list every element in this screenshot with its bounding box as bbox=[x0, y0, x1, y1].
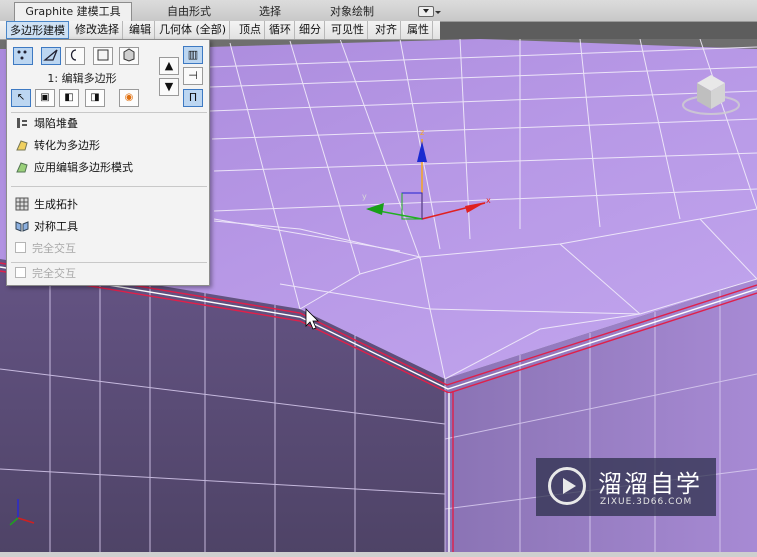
symmetry-tools-label: 对称工具 bbox=[34, 220, 78, 233]
show-result-button[interactable]: ◉ bbox=[119, 89, 139, 107]
polygon-modeling-panel: 1: 编辑多边形 ↖ ▣ ◧ ◨ ◉ ▥ ⊣ Π ▲ ▼ 塌陷堆叠 转化为多边形… bbox=[6, 39, 210, 286]
select-object-button[interactable]: ↖ bbox=[11, 89, 31, 107]
vertex-mode-button[interactable] bbox=[13, 47, 33, 65]
polygon-mode-button[interactable] bbox=[93, 47, 113, 65]
gizmo-y-label: y bbox=[362, 192, 367, 201]
pin-icon: ▥ bbox=[187, 48, 199, 61]
apply-edit-poly-icon bbox=[16, 162, 28, 173]
panel-divider bbox=[11, 262, 207, 263]
panel-visibility[interactable]: 可见性 bbox=[328, 21, 368, 39]
full-interop-item-2[interactable]: 完全交互 bbox=[15, 265, 76, 283]
full-interop-label-1: 完全交互 bbox=[32, 242, 76, 255]
watermark-banner: 溜溜自学 ZIXUE.3D66.COM bbox=[536, 458, 716, 516]
panel-align[interactable]: 对齐 bbox=[372, 21, 401, 39]
ribbon-panel-bar: 多边形建模 修改选择 编辑 几何体 (全部) 顶点 循环 细分 可见性 对齐 属… bbox=[0, 21, 440, 40]
status-bar bbox=[0, 552, 757, 557]
chevron-down-icon bbox=[435, 11, 441, 17]
panel-edit[interactable]: 编辑 bbox=[126, 21, 155, 39]
collapse-stack-icon bbox=[17, 118, 27, 128]
move-down-stack-button[interactable]: ▼ bbox=[159, 78, 179, 96]
generate-topology-item[interactable]: 生成拓扑 bbox=[15, 196, 78, 214]
tab-object-paint[interactable]: 对象绘制 bbox=[312, 3, 392, 21]
arrow-up-icon: ▲ bbox=[164, 59, 174, 72]
element-icon bbox=[123, 48, 135, 62]
tab-graphite-modeling[interactable]: Graphite 建模工具 bbox=[14, 2, 132, 21]
show-end-result-button[interactable]: ⊣ bbox=[183, 67, 203, 85]
show-result-icon: ◉ bbox=[124, 92, 134, 103]
panel-vertices[interactable]: 顶点 bbox=[236, 21, 265, 39]
convert-poly-icon bbox=[16, 140, 28, 151]
border-icon bbox=[70, 49, 77, 61]
convert-to-poly-label: 转化为多边形 bbox=[34, 139, 100, 152]
panel-subdivision[interactable]: 细分 bbox=[296, 21, 325, 39]
make-unique-button[interactable]: Π bbox=[183, 89, 203, 107]
symmetry-icon bbox=[15, 221, 29, 232]
topology-grid-icon bbox=[15, 197, 29, 211]
full-interop-checkbox-2[interactable] bbox=[15, 267, 26, 278]
select-lasso-button[interactable]: ◧ bbox=[59, 89, 79, 107]
cursor-select-icon: ↖ bbox=[16, 92, 26, 103]
end-result-icon: ⊣ bbox=[188, 69, 198, 82]
panel-geometry-all[interactable]: 几何体 (全部) bbox=[156, 21, 231, 39]
vertex-icon bbox=[17, 50, 27, 60]
gizmo-x-label: x bbox=[486, 196, 491, 205]
panel-divider bbox=[11, 186, 207, 187]
play-logo-icon bbox=[548, 467, 586, 505]
watermark-title: 溜溜自学 bbox=[598, 470, 702, 498]
panel-divider bbox=[11, 112, 207, 113]
collapse-stack-label: 塌陷堆叠 bbox=[34, 117, 78, 130]
watermark-url: ZIXUE.3D66.COM bbox=[600, 497, 693, 507]
border-mode-button[interactable] bbox=[65, 47, 85, 65]
select-paint-button[interactable]: ▣ bbox=[35, 89, 55, 107]
edge-mode-button[interactable] bbox=[41, 47, 61, 65]
fence-select-icon: ◨ bbox=[90, 92, 100, 103]
paint-select-icon: ▣ bbox=[40, 92, 50, 103]
apply-edit-poly-label: 应用编辑多边形模式 bbox=[34, 161, 133, 174]
ribbon-options-dropdown[interactable] bbox=[418, 6, 434, 17]
select-fence-button[interactable]: ◨ bbox=[85, 89, 105, 107]
pin-stack-button[interactable]: ▥ bbox=[183, 46, 203, 64]
apply-edit-poly-item[interactable]: 应用编辑多边形模式 bbox=[15, 159, 133, 177]
arrow-down-icon: ▼ bbox=[164, 80, 174, 93]
unique-icon: Π bbox=[188, 91, 198, 104]
tab-freeform[interactable]: 自由形式 bbox=[150, 3, 228, 21]
symmetry-tools-item[interactable]: 对称工具 bbox=[15, 218, 78, 236]
element-mode-button[interactable] bbox=[119, 47, 139, 65]
move-up-stack-button[interactable]: ▲ bbox=[159, 57, 179, 75]
panel-properties[interactable]: 属性 bbox=[404, 21, 433, 39]
full-interop-item-1[interactable]: 完全交互 bbox=[15, 240, 76, 258]
collapse-stack-item[interactable]: 塌陷堆叠 bbox=[15, 115, 78, 133]
full-interop-label-2: 完全交互 bbox=[32, 267, 76, 280]
panel-polygon-modeling[interactable]: 多边形建模 bbox=[6, 21, 69, 39]
edge-icon bbox=[43, 49, 58, 61]
tab-selection[interactable]: 选择 bbox=[240, 3, 300, 21]
polygon-icon bbox=[97, 49, 109, 61]
panel-loops[interactable]: 循环 bbox=[266, 21, 295, 39]
gizmo-z-label: z bbox=[420, 128, 424, 137]
lasso-select-icon: ◧ bbox=[64, 92, 74, 103]
panel-modify-selection[interactable]: 修改选择 bbox=[72, 21, 123, 39]
full-interop-checkbox-1[interactable] bbox=[15, 242, 26, 253]
generate-topology-label: 生成拓扑 bbox=[34, 198, 78, 211]
modifier-stack-label: 1: 编辑多边形 bbox=[47, 72, 117, 85]
convert-to-poly-item[interactable]: 转化为多边形 bbox=[15, 137, 100, 155]
ribbon-tab-bar: Graphite 建模工具 自由形式 选择 对象绘制 bbox=[0, 0, 757, 22]
